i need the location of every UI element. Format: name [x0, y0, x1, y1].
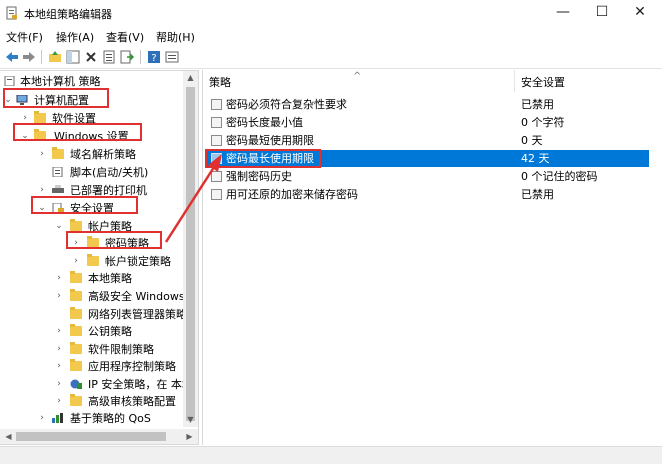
ipsec-icon [70, 379, 82, 389]
folder-icon [70, 289, 82, 301]
column-header-setting[interactable]: 安全设置 [515, 70, 662, 92]
policy-setting-icon [211, 135, 222, 146]
forward-arrow-icon[interactable] [22, 50, 36, 64]
delete-icon[interactable] [84, 50, 98, 64]
chevron-right-icon[interactable]: › [37, 410, 47, 427]
window-title: 本地组策略编辑器 [24, 8, 112, 21]
help-icon[interactable]: ? [147, 50, 161, 64]
menu-action[interactable]: 操作(A) [56, 29, 94, 45]
scroll-thumb[interactable] [16, 432, 166, 441]
menu-bar: 文件(F) 操作(A) 查看(V) 帮助(H) [0, 27, 662, 45]
sort-up-icon: ^ [353, 71, 362, 82]
menu-help[interactable]: 帮助(H) [156, 29, 195, 45]
policy-row[interactable]: 密码长度最小值 0 个字符 [205, 114, 649, 131]
view-list-icon[interactable] [165, 50, 179, 64]
chevron-right-icon[interactable]: › [20, 110, 30, 127]
folder-icon [70, 394, 82, 406]
folder-icon [70, 359, 82, 371]
menu-file[interactable]: 文件(F) [6, 29, 43, 45]
folder-icon [70, 307, 82, 319]
policy-row[interactable]: 用可还原的加密来储存密码 已禁用 [205, 186, 649, 203]
folder-icon [87, 254, 99, 266]
computer-policy-icon [4, 76, 15, 86]
chevron-right-icon[interactable]: › [54, 358, 64, 375]
svg-text:?: ? [151, 53, 156, 64]
maximize-button[interactable]: ☐ [582, 0, 622, 26]
policy-row[interactable]: 密码最短使用期限 0 天 [205, 132, 649, 149]
title-bar: 本地组策略编辑器 — ☐ ✕ [0, 0, 662, 26]
properties-icon[interactable] [102, 50, 116, 64]
scroll-right-arrow-icon[interactable]: ▶ [182, 430, 197, 444]
policy-setting-icon [211, 99, 222, 110]
folder-icon [87, 236, 99, 248]
chevron-right-icon[interactable]: › [71, 235, 81, 252]
close-button[interactable]: ✕ [620, 0, 660, 26]
policy-row[interactable]: 强制密码历史 0 个记住的密码 [205, 168, 649, 185]
policy-row-selected[interactable]: 密码最长使用期限 42 天 [205, 150, 649, 167]
tree-pane: 本地计算机 策略 ⌄ 计算机配置 › 软件设置 ⌄ Windows 设置 › 域… [0, 70, 199, 445]
folder-icon [70, 324, 82, 336]
annotation-arrow-icon [164, 154, 222, 243]
folder-icon [70, 219, 82, 231]
script-icon [52, 167, 63, 177]
policy-list-pane: 策略 ^ 安全设置 密码必须符合复杂性要求 已禁用 密码长度最小值 0 个字符 … [202, 70, 662, 445]
folder-icon [34, 129, 46, 141]
chevron-right-icon[interactable]: › [54, 323, 64, 340]
folder-icon [34, 111, 46, 123]
folder-icon [70, 271, 82, 283]
chevron-right-icon[interactable]: › [54, 288, 64, 305]
printer-icon [52, 185, 64, 193]
column-header-policy[interactable]: 策略 ^ [203, 70, 515, 92]
chevron-right-icon[interactable]: › [71, 253, 81, 270]
minimize-button[interactable]: — [543, 0, 583, 26]
policy-setting-icon [211, 117, 222, 128]
chevron-right-icon[interactable]: › [54, 376, 64, 393]
security-icon [52, 203, 64, 213]
policy-editor-icon [6, 6, 17, 20]
chevron-right-icon[interactable]: › [54, 393, 64, 410]
menu-view[interactable]: 查看(V) [106, 29, 144, 45]
computer-icon [16, 95, 28, 105]
show-tree-icon[interactable] [66, 50, 80, 64]
chevron-down-icon[interactable]: ⌄ [54, 218, 64, 235]
scroll-left-arrow-icon[interactable]: ◀ [1, 430, 16, 444]
scroll-up-arrow-icon[interactable]: ▲ [183, 71, 198, 85]
chevron-right-icon[interactable]: › [54, 270, 64, 287]
tree-horizontal-scrollbar[interactable]: ◀ ▶ [0, 429, 198, 444]
scroll-thumb[interactable] [186, 87, 195, 421]
export-icon[interactable] [120, 50, 134, 64]
chevron-right-icon[interactable]: › [54, 341, 64, 358]
chevron-down-icon[interactable]: ⌄ [37, 200, 47, 217]
back-arrow-icon[interactable] [5, 50, 19, 64]
folder-icon [70, 342, 82, 354]
policy-row[interactable]: 密码必须符合复杂性要求 已禁用 [205, 96, 649, 113]
toolbar: ? [0, 46, 662, 69]
chevron-down-icon[interactable]: ⌄ [3, 92, 13, 109]
status-bar [0, 446, 662, 464]
folder-icon [52, 147, 64, 159]
chevron-right-icon[interactable]: › [37, 146, 47, 163]
scroll-down-arrow-icon[interactable]: ▼ [183, 413, 198, 427]
chevron-down-icon[interactable]: ⌄ [20, 128, 30, 145]
chevron-right-icon[interactable]: › [37, 182, 47, 199]
qos-chart-icon [52, 413, 63, 423]
up-folder-icon[interactable] [48, 50, 62, 64]
